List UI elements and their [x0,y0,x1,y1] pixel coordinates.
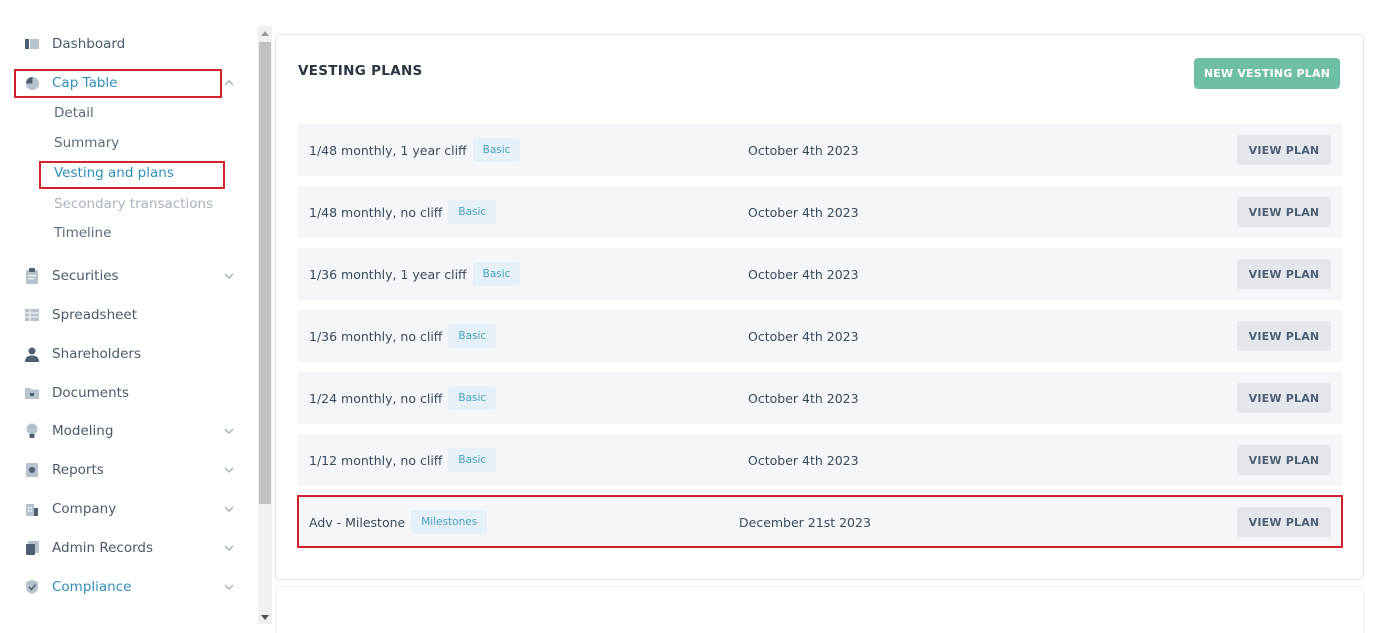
sidebar-item-label: Reports [52,462,104,478]
plan-date: October 4th 2023 [748,328,859,344]
scroll-down-arrow-icon[interactable] [258,610,272,624]
scroll-up-arrow-icon[interactable] [258,26,272,40]
secondary-card [275,586,1364,633]
chevron-down-icon[interactable] [222,541,236,555]
plan-date: December 21st 2023 [739,514,871,530]
table-row: 1/36 monthly, 1 year cliff Basic October… [298,248,1342,300]
sidebar-item-dashboard[interactable]: Dashboard [14,30,250,58]
chevron-up-icon[interactable] [222,76,236,90]
folder-icon [22,383,42,403]
shield-check-icon [22,577,42,597]
table-row: 1/12 monthly, no cliff Basic October 4th… [298,434,1342,486]
plan-name: 1/48 monthly, 1 year cliff [309,142,467,158]
view-plan-button[interactable]: VIEW PLAN [1237,135,1331,165]
person-icon [22,344,42,364]
new-vesting-plan-button[interactable]: NEW VESTING PLAN [1194,58,1340,89]
sub-item-detail[interactable]: Detail [54,102,94,124]
chevron-down-icon[interactable] [222,463,236,477]
sub-item-vesting-and-plans[interactable]: Vesting and plans [54,162,174,184]
building-icon [22,499,42,519]
sidebar-item-securities[interactable]: Securities [14,262,250,290]
plan-date: October 4th 2023 [748,204,859,220]
view-plan-button[interactable]: VIEW PLAN [1237,259,1331,289]
sidebar-scrollbar[interactable] [258,26,272,624]
sidebar-item-label: Compliance [52,579,132,595]
table-row: 1/48 monthly, no cliff Basic October 4th… [298,186,1342,238]
lightbulb-icon [22,421,42,441]
view-plan-button[interactable]: VIEW PLAN [1237,445,1331,475]
plan-name: 1/48 monthly, no cliff [309,204,443,220]
sidebar-item-reports[interactable]: Reports [14,456,250,484]
plan-name: 1/36 monthly, no cliff [309,328,443,344]
chevron-down-icon[interactable] [222,502,236,516]
sidebar-item-label: Spreadsheet [52,307,138,323]
sub-item-summary[interactable]: Summary [54,132,119,154]
chevron-down-icon[interactable] [222,424,236,438]
sidebar-item-documents[interactable]: Documents [14,379,250,407]
plan-type-badge: Basic [448,448,497,472]
plan-type-badge: Basic [448,324,497,348]
spreadsheet-icon [22,305,42,325]
plan-name: 1/12 monthly, no cliff [309,452,443,468]
chevron-down-icon[interactable] [222,269,236,283]
plan-name: 1/36 monthly, 1 year cliff [309,266,467,282]
table-row: 1/24 monthly, no cliff Basic October 4th… [298,372,1342,424]
report-icon [22,460,42,480]
sidebar-item-compliance[interactable]: Compliance [14,573,250,601]
sidebar-item-label: Admin Records [52,540,153,556]
table-row: Adv - Milestone Milestones December 21st… [298,496,1342,548]
sidebar: Dashboard Cap Table Detail Summary Vesti… [0,0,258,633]
plan-type-badge: Basic [448,386,497,410]
table-row: 1/36 monthly, no cliff Basic October 4th… [298,310,1342,362]
table-row: 1/48 monthly, 1 year cliff Basic October… [298,124,1342,176]
sidebar-item-label: Cap Table [52,75,118,91]
plan-type-badge: Milestones [411,510,488,534]
sidebar-item-company[interactable]: Company [14,495,250,523]
sidebar-item-cap-table[interactable]: Cap Table [14,69,250,97]
plan-name: Adv - Milestone [309,514,406,530]
sub-item-secondary-transactions[interactable]: Secondary transactions [54,193,213,215]
plan-type-badge: Basic [448,200,497,224]
pie-chart-icon [22,73,42,93]
sidebar-item-label: Modeling [52,423,114,439]
sidebar-item-admin-records[interactable]: Admin Records [14,534,250,562]
view-plan-button[interactable]: VIEW PLAN [1237,507,1331,537]
plan-date: October 4th 2023 [748,142,859,158]
admin-records-icon [22,538,42,558]
chevron-down-icon[interactable] [222,580,236,594]
plan-type-badge: Basic [472,262,521,286]
plan-date: October 4th 2023 [748,452,859,468]
sidebar-item-label: Securities [52,268,119,284]
vesting-plans-card: VESTING PLANS NEW VESTING PLAN 1/48 mont… [275,34,1364,580]
sidebar-item-label: Dashboard [52,36,126,52]
clipboard-icon [22,266,42,286]
sidebar-item-label: Shareholders [52,346,141,362]
plan-date: October 4th 2023 [748,266,859,282]
view-plan-button[interactable]: VIEW PLAN [1237,383,1331,413]
page-title: VESTING PLANS [298,63,423,79]
scroll-thumb[interactable] [259,42,271,504]
sidebar-item-label: Company [52,501,117,517]
view-plan-button[interactable]: VIEW PLAN [1237,321,1331,351]
sidebar-item-modeling[interactable]: Modeling [14,417,250,445]
view-plan-button[interactable]: VIEW PLAN [1237,197,1331,227]
sidebar-item-label: Documents [52,385,129,401]
plan-date: October 4th 2023 [748,390,859,406]
sidebar-item-shareholders[interactable]: Shareholders [14,340,250,368]
dashboard-icon [22,34,42,54]
plan-name: 1/24 monthly, no cliff [309,390,443,406]
sub-item-timeline[interactable]: Timeline [54,222,111,244]
plan-type-badge: Basic [472,138,521,162]
sidebar-item-spreadsheet[interactable]: Spreadsheet [14,301,250,329]
